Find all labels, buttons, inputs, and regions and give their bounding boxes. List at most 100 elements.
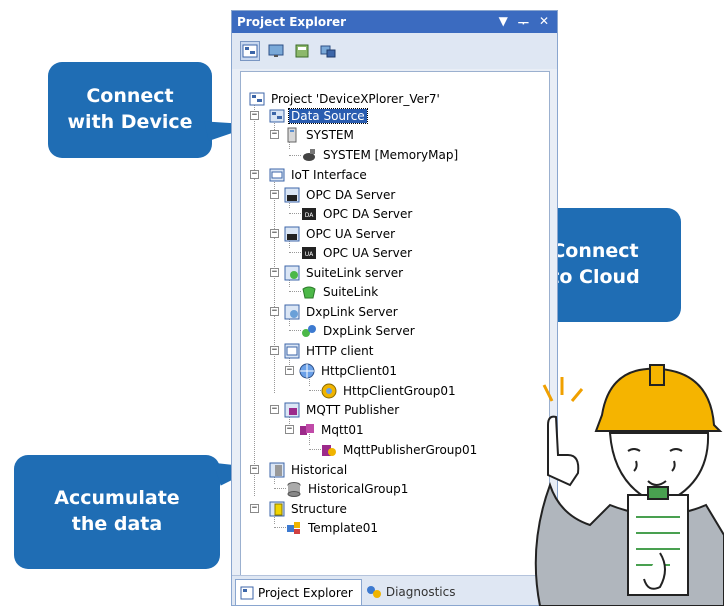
panel-tab-strip: Project Explorer Diagnostics (232, 575, 557, 605)
tree-node-mqtt-publisher[interactable]: MQTT Publisher (284, 401, 401, 418)
tree-view-button[interactable] (240, 41, 260, 61)
tree-label: IoT Interface (291, 167, 367, 182)
device-view-button[interactable] (292, 41, 312, 61)
http-group-icon (321, 383, 337, 398)
database-icon (287, 481, 301, 497)
tree-node-historical[interactable]: Historical (269, 461, 349, 478)
tree-line (289, 155, 301, 156)
mqtt-publisher-icon (284, 402, 300, 417)
tree-node-system-memorymap[interactable]: SYSTEM [MemoryMap] (301, 146, 460, 163)
collapse-toggle[interactable]: − (270, 190, 279, 199)
panel-titlebar: Project Explorer ▼ ᅮ ✕ (232, 11, 557, 33)
tree-label: SYSTEM [MemoryMap] (323, 147, 459, 162)
monitor-icon (268, 44, 284, 57)
tree-node-system[interactable]: SYSTEM (284, 126, 356, 143)
mqtt-group-icon (322, 444, 336, 456)
tree-label: Project 'DeviceXPlorer_Ver7' (271, 91, 440, 106)
callout-accumulate-the-data: Accumulate the data (14, 455, 220, 569)
collapse-toggle[interactable]: − (270, 346, 279, 355)
tree-label: OPC DA Server (323, 206, 413, 221)
explorer-toolbar (232, 33, 557, 69)
device-icon (295, 44, 309, 58)
tab-project-explorer[interactable]: Project Explorer (235, 579, 362, 605)
tree-line (254, 99, 255, 496)
tree-node-historicalgroup1[interactable]: HistoricalGroup1 (286, 480, 410, 497)
iot-interface-icon (269, 168, 285, 181)
collapse-toggle[interactable]: − (285, 366, 294, 375)
worker-illustration (534, 364, 724, 606)
tree-node-suitelink-server[interactable]: SuiteLink server (284, 264, 405, 281)
device-tower-icon (287, 127, 297, 142)
tree-line (274, 527, 286, 528)
tree-label: SYSTEM (306, 127, 354, 142)
tree-line (289, 252, 301, 253)
tree-view-icon (242, 44, 258, 58)
pin-icon[interactable]: ᅮ (518, 14, 529, 31)
tree-node-structure[interactable]: Structure (269, 500, 349, 517)
dxplink-icon (302, 324, 316, 337)
dropdown-icon[interactable]: ▼ (499, 14, 508, 31)
tree-label: DxpLink Server (323, 323, 415, 338)
tree-label: Mqtt01 (321, 422, 364, 437)
network-view-button[interactable] (318, 41, 338, 61)
project-tree: Project 'DeviceXPlorer_Ver7' − Data Sour… (240, 71, 550, 577)
network-icon (320, 45, 336, 58)
tree-line (274, 175, 275, 393)
tree-label: HttpClientGroup01 (343, 383, 456, 398)
collapse-toggle[interactable]: − (270, 307, 279, 316)
panel-controls: ▼ ᅮ ✕ (499, 14, 549, 31)
tree-node-mqttpublishergroup01[interactable]: MqttPublisherGroup01 (321, 441, 479, 458)
tree-line (274, 488, 286, 489)
tree-node-iot-interface[interactable]: IoT Interface (269, 166, 369, 183)
http-client-icon (284, 343, 300, 358)
opc-da-icon: DA (302, 207, 316, 220)
tree-node-mqtt01[interactable]: Mqtt01 (299, 421, 366, 438)
historical-icon (269, 462, 285, 477)
collapse-toggle[interactable]: − (250, 465, 259, 474)
tree-line (289, 213, 301, 214)
data-source-icon (269, 109, 285, 122)
tree-node-suitelink[interactable]: SuiteLink (301, 283, 380, 300)
collapse-toggle[interactable]: − (270, 229, 279, 238)
project-explorer-panel: Project Explorer ▼ ᅮ ✕ Project 'DeviceXP… (231, 10, 558, 606)
svg-text:UA: UA (305, 251, 314, 258)
tree-label: Structure (291, 501, 347, 516)
tree-line (289, 330, 301, 331)
tree-label: HistoricalGroup1 (308, 481, 409, 496)
tree-node-http-client[interactable]: HTTP client (284, 342, 375, 359)
tree-node-httpclient01[interactable]: HttpClient01 (299, 362, 399, 379)
tree-label: SuiteLink server (306, 265, 404, 280)
tree-line (309, 449, 321, 450)
tree-node-httpclientgroup01[interactable]: HttpClientGroup01 (321, 382, 458, 399)
collapse-toggle[interactable]: − (285, 425, 294, 434)
tree-node-template01[interactable]: Template01 (286, 519, 380, 536)
tree-node-opc-ua-server-child[interactable]: UA OPC UA Server (301, 244, 414, 261)
tree-node-opc-da-server[interactable]: OPC DA Server (284, 186, 397, 203)
structure-icon (269, 501, 285, 516)
collapse-toggle[interactable]: − (270, 268, 279, 277)
template-icon (287, 521, 300, 534)
collapse-toggle[interactable]: − (270, 405, 279, 414)
dxplink-server-icon (284, 304, 300, 319)
tab-label: Diagnostics (385, 585, 456, 599)
tree-node-dxplink-server-child[interactable]: DxpLink Server (301, 322, 417, 339)
collapse-toggle[interactable]: − (250, 170, 259, 179)
tree-node-opc-da-server-child[interactable]: DA OPC DA Server (301, 205, 414, 222)
collapse-toggle[interactable]: − (250, 504, 259, 513)
tree-node-data-source[interactable]: Data Source (269, 107, 368, 124)
tree-label: DxpLink Server (306, 304, 398, 319)
tree-node-opc-ua-server[interactable]: OPC UA Server (284, 225, 397, 242)
collapse-toggle[interactable]: − (270, 130, 279, 139)
tree-node-dxplink-server[interactable]: DxpLink Server (284, 303, 400, 320)
collapse-toggle[interactable]: − (250, 111, 259, 120)
monitor-view-button[interactable] (266, 41, 286, 61)
plug-icon (303, 148, 315, 161)
tree-node-project[interactable]: Project 'DeviceXPlorer_Ver7' (249, 90, 442, 107)
close-icon[interactable]: ✕ (539, 14, 549, 31)
tab-diagnostics[interactable]: Diagnostics (362, 579, 464, 605)
opc-server-icon (284, 226, 300, 241)
diagnostics-tab-icon (366, 586, 381, 598)
tree-label: Historical (291, 462, 348, 477)
opc-ua-icon: UA (302, 246, 316, 259)
tree-label: Data Source (288, 107, 368, 124)
